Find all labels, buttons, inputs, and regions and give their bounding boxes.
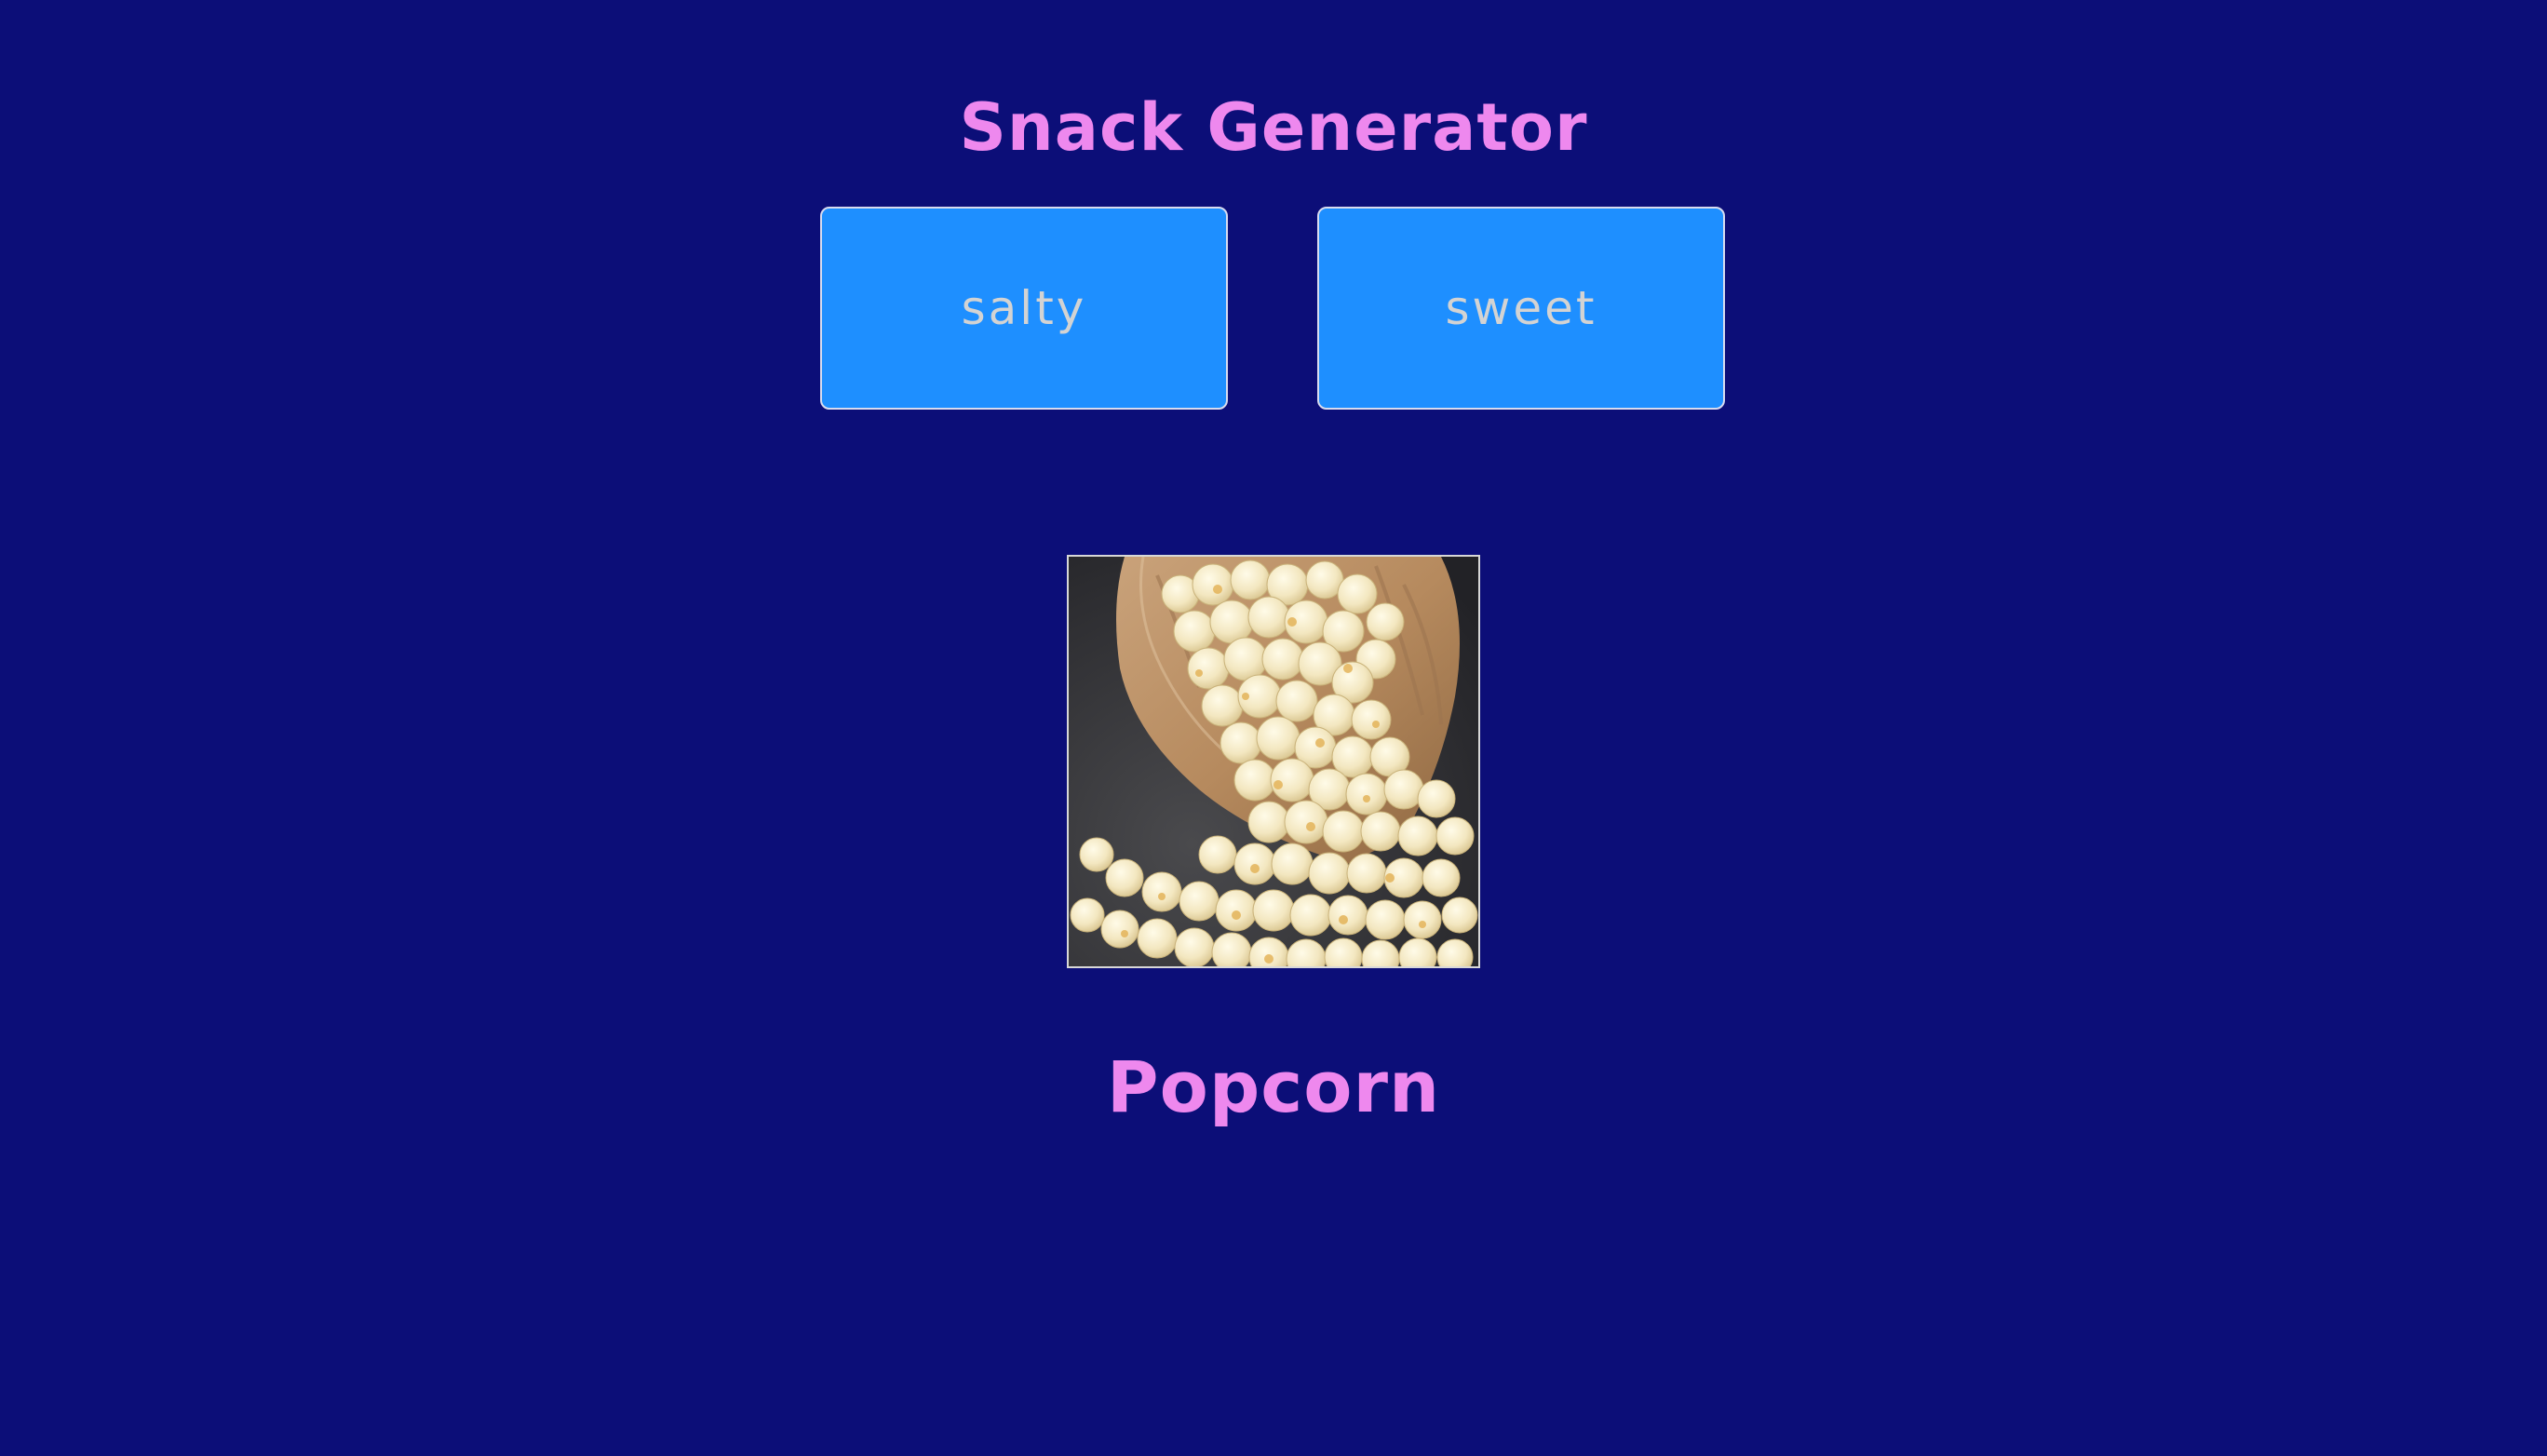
page-title: Snack Generator [959,88,1588,166]
salty-button[interactable]: salty [820,207,1228,410]
popcorn-illustration [1069,557,1478,966]
sweet-button[interactable]: sweet [1317,207,1725,410]
snack-name: Popcorn [1106,1045,1441,1128]
snack-image [1067,555,1480,968]
